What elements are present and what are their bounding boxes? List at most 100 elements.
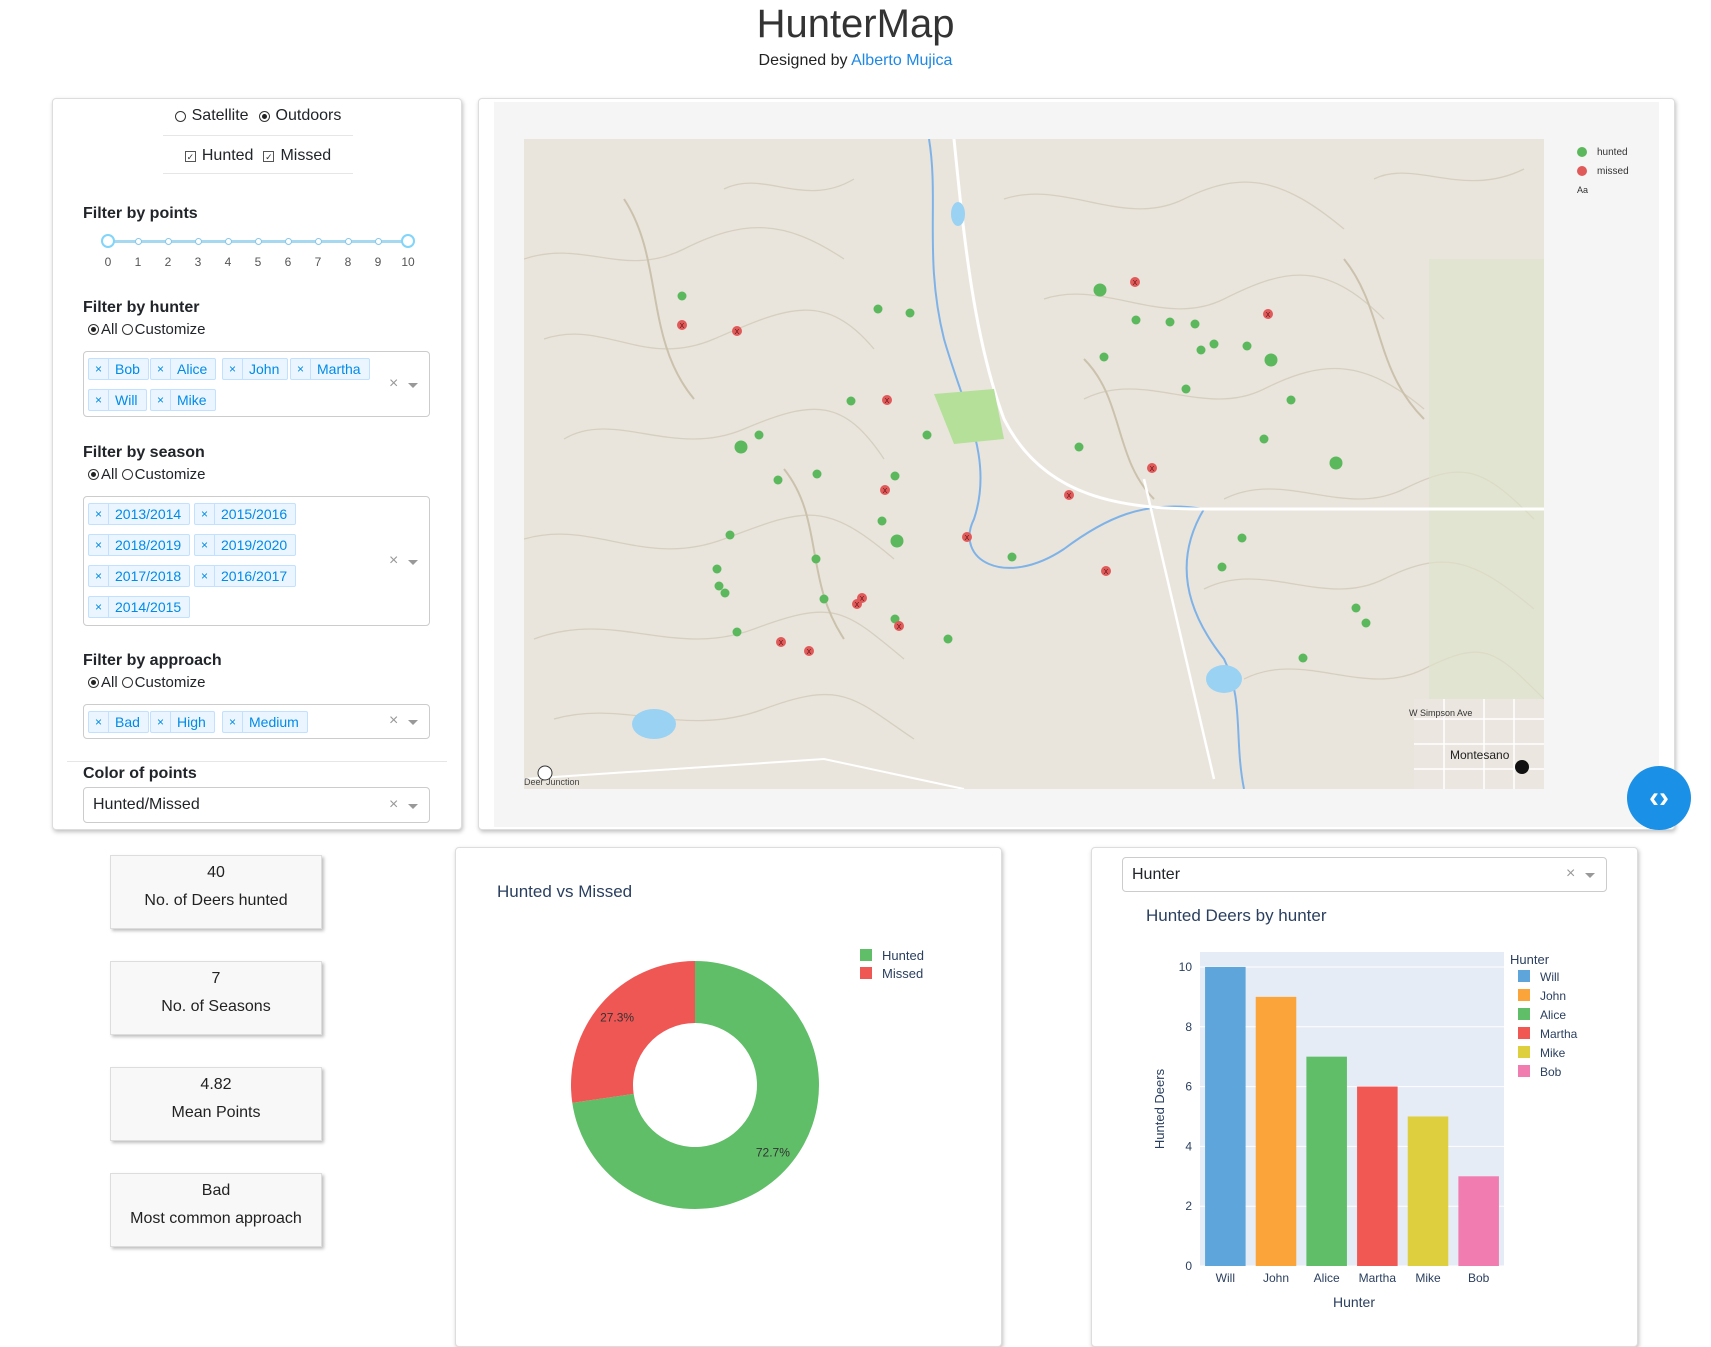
hunted-marker[interactable]: [1351, 603, 1361, 613]
bar-will[interactable]: [1205, 966, 1246, 1266]
tag-season[interactable]: × 2018/2019: [88, 534, 191, 556]
hunted-marker[interactable]: [754, 430, 764, 440]
tag-season[interactable]: × 2019/2020: [194, 534, 297, 556]
bar-legend-label[interactable]: John: [1540, 989, 1566, 1003]
hunted-marker[interactable]: [877, 516, 887, 526]
tag-medium[interactable]: × Medium: [222, 711, 308, 733]
chevron-down-icon[interactable]: [408, 720, 418, 725]
radio-hunter-customize[interactable]: Customize: [121, 321, 206, 338]
map-view[interactable]: W Simpson Ave Montesano Deer Junction X X…: [524, 139, 1544, 789]
hunted-marker[interactable]: [1259, 434, 1269, 444]
chevron-down-icon[interactable]: [408, 560, 418, 565]
hunted-marker[interactable]: [1099, 352, 1109, 362]
pie-legend-label[interactable]: Missed: [882, 966, 923, 981]
hunted-marker[interactable]: [714, 581, 724, 591]
hunted-marker[interactable]: [1242, 341, 1252, 351]
clear-icon[interactable]: ×: [389, 796, 398, 814]
tag-mike[interactable]: × Mike: [150, 389, 216, 411]
hunted-marker[interactable]: [773, 475, 783, 485]
slider-step-dot[interactable]: [165, 238, 172, 245]
hunted-marker[interactable]: [734, 440, 748, 454]
slider-step-dot[interactable]: [225, 238, 232, 245]
hunted-marker[interactable]: [819, 594, 829, 604]
remove-icon[interactable]: ×: [291, 359, 311, 379]
hunted-marker[interactable]: [1165, 317, 1175, 327]
code-toggle-button[interactable]: ‹›: [1627, 766, 1691, 830]
slider-handle-max[interactable]: [401, 234, 415, 248]
remove-icon[interactable]: ×: [195, 566, 215, 586]
hunted-marker[interactable]: [890, 471, 900, 481]
clear-icon[interactable]: ×: [389, 375, 398, 393]
hunted-marker[interactable]: [811, 554, 821, 564]
hunted-marker[interactable]: [1209, 339, 1219, 349]
bar-john[interactable]: [1255, 996, 1297, 1266]
chevron-down-icon[interactable]: [408, 383, 418, 388]
remove-icon[interactable]: ×: [89, 597, 109, 617]
hunted-marker[interactable]: [1181, 384, 1191, 394]
remove-icon[interactable]: ×: [89, 390, 109, 410]
hunted-marker[interactable]: [873, 304, 883, 314]
hunted-marker[interactable]: [1217, 562, 1227, 572]
radio-outdoors[interactable]: Outdoors: [258, 107, 341, 125]
radio-approach-customize[interactable]: Customize: [121, 674, 206, 691]
checkbox-hunted[interactable]: ✓ Hunted: [184, 147, 253, 165]
hunted-marker[interactable]: [712, 564, 722, 574]
hunted-marker[interactable]: [732, 627, 742, 637]
tag-season[interactable]: × 2016/2017: [194, 565, 297, 587]
approach-multiselect[interactable]: × Bad × High × Medium ×: [83, 704, 430, 739]
bar-legend-label[interactable]: Will: [1540, 970, 1559, 984]
slider-step-dot[interactable]: [375, 238, 382, 245]
hunted-marker[interactable]: [890, 534, 904, 548]
hunted-marker[interactable]: [922, 430, 932, 440]
clear-icon[interactable]: ×: [389, 552, 398, 570]
hunted-marker[interactable]: [725, 530, 735, 540]
bar-legend-label[interactable]: Mike: [1540, 1046, 1566, 1060]
radio-season-customize[interactable]: Customize: [121, 466, 206, 483]
pie-legend-label[interactable]: Hunted: [882, 948, 924, 963]
tag-alice[interactable]: × Alice: [150, 358, 217, 380]
hunted-marker[interactable]: [1131, 315, 1141, 325]
hunted-marker[interactable]: [1298, 653, 1308, 663]
bar-alice[interactable]: [1306, 1056, 1347, 1266]
tag-season[interactable]: × 2014/2015: [88, 596, 191, 618]
remove-icon[interactable]: ×: [223, 359, 243, 379]
tag-high[interactable]: × High: [150, 711, 215, 733]
bar-legend-label[interactable]: Alice: [1540, 1008, 1566, 1022]
tag-season[interactable]: × 2013/2014: [88, 503, 191, 525]
hunted-marker[interactable]: [1074, 442, 1084, 452]
slider-step-dot[interactable]: [135, 238, 142, 245]
radio-season-all[interactable]: All: [88, 466, 118, 483]
hunted-marker[interactable]: [905, 308, 915, 318]
hunted-marker[interactable]: [1093, 283, 1107, 297]
hunted-marker[interactable]: [1007, 552, 1017, 562]
hunted-marker[interactable]: [720, 588, 730, 598]
hunted-marker[interactable]: [1361, 618, 1371, 628]
hunted-marker[interactable]: [677, 291, 687, 301]
radio-satellite[interactable]: Satellite: [174, 107, 249, 125]
tag-season[interactable]: × 2017/2018: [88, 565, 191, 587]
hunted-marker[interactable]: [812, 469, 822, 479]
slider-step-dot[interactable]: [255, 238, 262, 245]
remove-icon[interactable]: ×: [89, 712, 109, 732]
remove-icon[interactable]: ×: [89, 359, 109, 379]
author-link[interactable]: Alberto Mujica: [851, 52, 952, 69]
checkbox-missed[interactable]: ✓ Missed: [263, 147, 331, 165]
chevron-down-icon[interactable]: [408, 804, 418, 809]
bar-legend-label[interactable]: Bob: [1540, 1065, 1562, 1079]
radio-approach-all[interactable]: All: [88, 674, 118, 691]
remove-icon[interactable]: ×: [195, 535, 215, 555]
hunted-marker[interactable]: [846, 396, 856, 406]
slider-step-dot[interactable]: [315, 238, 322, 245]
slider-handle-min[interactable]: [101, 234, 115, 248]
color-dropdown[interactable]: Hunted/Missed ×: [83, 787, 430, 823]
bar-legend-label[interactable]: Martha: [1540, 1027, 1578, 1041]
info-icon[interactable]: [1515, 760, 1529, 774]
clear-icon[interactable]: ×: [389, 712, 398, 730]
bar-bob[interactable]: [1458, 1176, 1499, 1266]
hunted-marker[interactable]: [1237, 533, 1247, 543]
remove-icon[interactable]: ×: [89, 535, 109, 555]
radio-hunter-all[interactable]: All: [88, 321, 118, 338]
tag-will[interactable]: × Will: [88, 389, 147, 411]
hunted-marker[interactable]: [943, 634, 953, 644]
slider-step-dot[interactable]: [285, 238, 292, 245]
